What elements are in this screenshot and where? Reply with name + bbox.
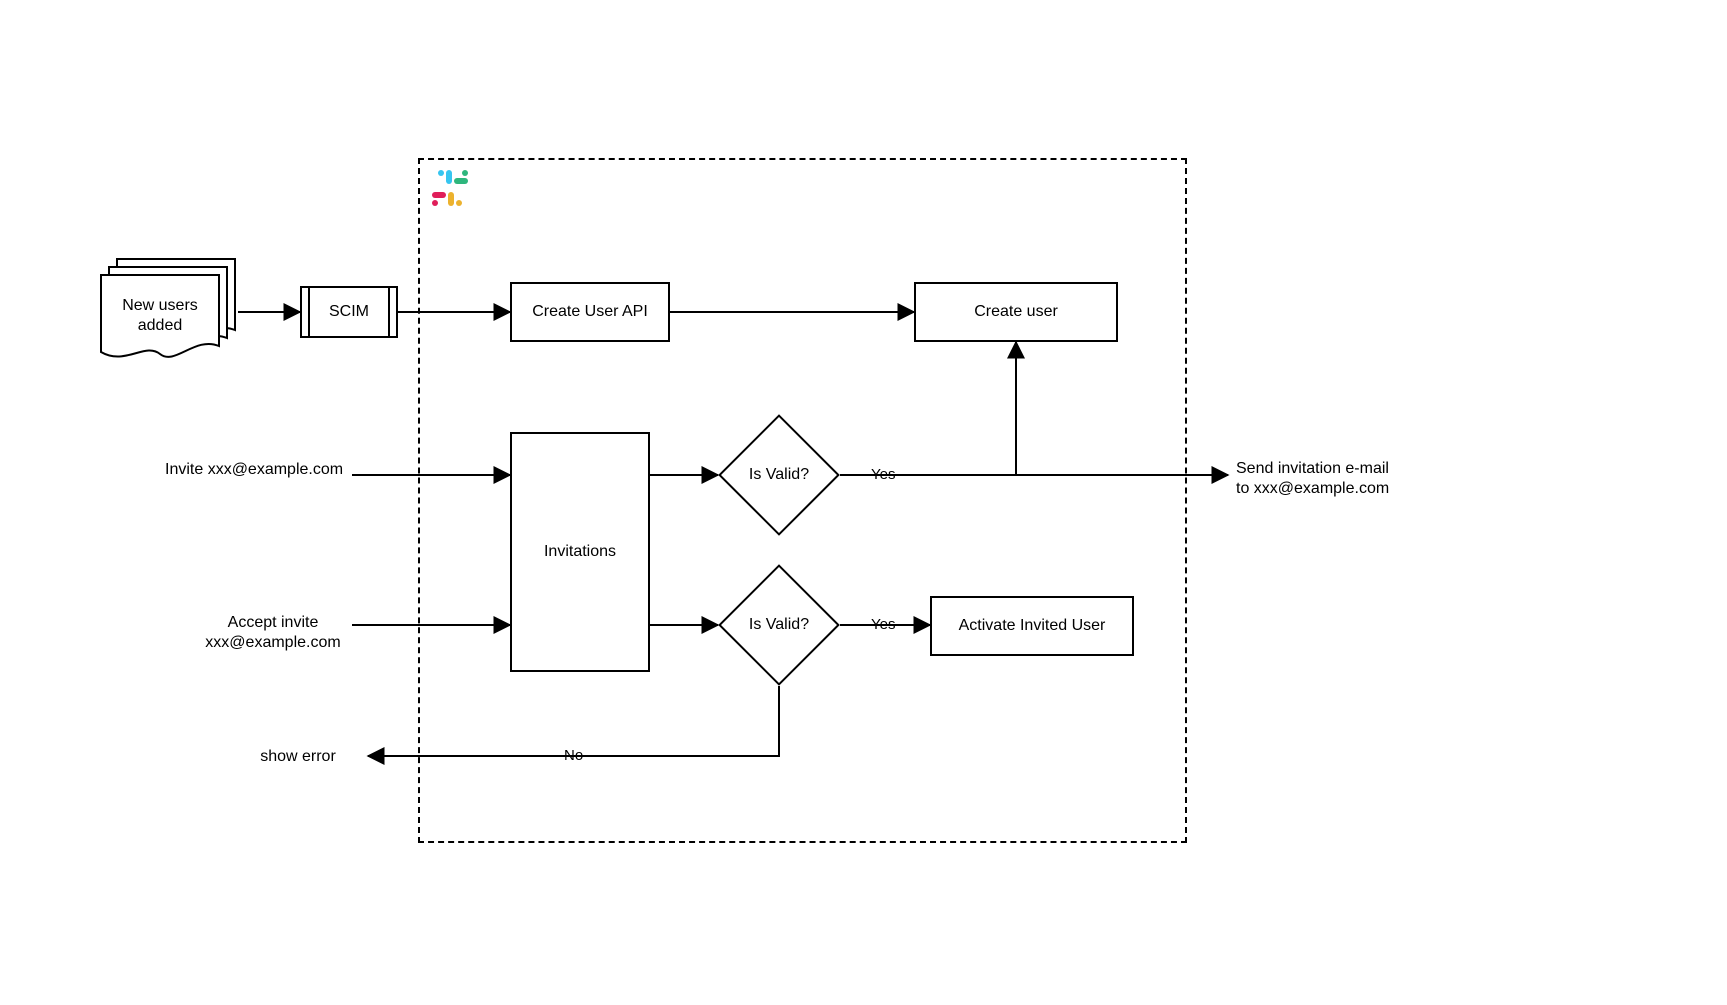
edge-label-no: No <box>560 747 587 764</box>
node-invitations: Invitations <box>510 432 650 672</box>
node-activate-invited-user: Activate Invited User <box>930 596 1134 656</box>
node-create-user-api-label: Create User API <box>532 302 648 322</box>
node-activate-invited-user-label: Activate Invited User <box>959 616 1106 636</box>
label-show-error: show error <box>238 747 358 767</box>
node-scim: SCIM <box>300 286 398 338</box>
node-is-valid-2-label: Is Valid? <box>749 616 809 634</box>
node-new-users-added: New usersadded <box>100 258 240 366</box>
diagram-canvas: New usersadded SCIM Create User API Crea… <box>0 0 1727 1005</box>
node-create-user-api: Create User API <box>510 282 670 342</box>
node-new-users-added-label: New usersadded <box>100 296 220 336</box>
node-create-user-label: Create user <box>974 302 1058 322</box>
node-is-valid-2: Is Valid? <box>736 582 822 668</box>
node-is-valid-1: Is Valid? <box>736 432 822 518</box>
edge-label-yes-1: Yes <box>867 466 899 483</box>
node-scim-label: SCIM <box>300 286 398 338</box>
slack-icon <box>432 170 468 206</box>
label-send-invitation: Send invitation e-mailto xxx@example.com <box>1236 459 1436 499</box>
label-accept-input: Accept invitexxx@example.com <box>183 613 363 653</box>
node-invitations-label: Invitations <box>544 542 616 562</box>
node-is-valid-1-label: Is Valid? <box>749 466 809 484</box>
label-invite-input: Invite xxx@example.com <box>165 460 375 480</box>
edge-label-yes-2: Yes <box>867 616 899 633</box>
node-create-user: Create user <box>914 282 1118 342</box>
